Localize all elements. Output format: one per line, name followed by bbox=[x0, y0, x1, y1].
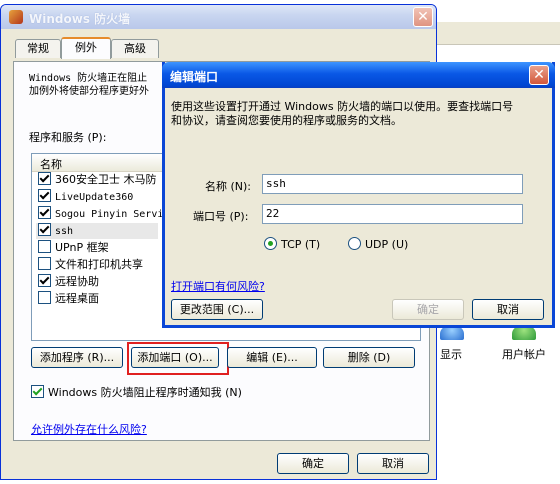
port-name-field[interactable]: ssh bbox=[262, 174, 523, 194]
tcp-label: TCP (T) bbox=[281, 238, 321, 251]
list-item-label: 文件和打印机共享 bbox=[55, 258, 143, 271]
port-number-field[interactable]: 22 bbox=[262, 204, 523, 224]
exceptions-risk-link[interactable]: 允许例外存在什么风险? bbox=[31, 421, 147, 437]
list-item-selected[interactable]: ssh bbox=[36, 223, 158, 239]
tcp-option[interactable]: TCP (T) bbox=[264, 237, 320, 253]
list-item[interactable]: 文件和打印机共享 bbox=[38, 257, 143, 273]
item-checkbox[interactable] bbox=[38, 172, 51, 185]
firewall-window-title: Windows 防火墙 bbox=[29, 12, 131, 26]
delete-button[interactable]: 删除 (D) bbox=[323, 347, 415, 368]
edit-port-title: 编辑端口 bbox=[170, 70, 219, 84]
list-item[interactable]: LiveUpdate360 bbox=[38, 189, 133, 205]
display-icon[interactable] bbox=[440, 326, 464, 340]
udp-option[interactable]: UDP (U) bbox=[348, 237, 408, 253]
list-item-label: UPnP 框架 bbox=[55, 241, 109, 254]
user-accounts-icon[interactable] bbox=[512, 326, 536, 340]
tab-advanced-label: 高级 bbox=[124, 42, 146, 55]
user-accounts-label[interactable]: 用户帐户 bbox=[502, 346, 546, 362]
list-item-label: 360安全卫士 木马防 bbox=[55, 173, 157, 186]
firewall-title-bar: Windows 防火墙 ✕ bbox=[1, 5, 436, 29]
list-item-label: ssh bbox=[55, 226, 74, 237]
item-checkbox[interactable] bbox=[38, 257, 51, 270]
tab-exceptions-label: 例外 bbox=[75, 41, 97, 54]
item-checkbox[interactable] bbox=[38, 274, 51, 287]
list-item[interactable]: 360安全卫士 木马防 bbox=[38, 172, 157, 188]
udp-label: UDP (U) bbox=[365, 238, 409, 251]
tcp-radio[interactable] bbox=[264, 237, 277, 250]
notify-option[interactable]: Windows 防火墙阻止程序时通知我 (N) bbox=[31, 385, 242, 401]
firewall-cancel-button[interactable]: 取消 bbox=[357, 453, 429, 474]
list-item[interactable]: 远程协助 bbox=[38, 274, 99, 290]
explorer-toolbar-strip bbox=[430, 22, 560, 45]
port-risk-link[interactable]: 打开端口有何风险? bbox=[171, 278, 265, 294]
edit-port-ok-button[interactable]: 确定 bbox=[392, 299, 464, 320]
port-name-label: 名称 (N): bbox=[205, 180, 252, 193]
tab-general-label: 常规 bbox=[27, 42, 49, 55]
list-item[interactable]: UPnP 框架 bbox=[38, 240, 109, 256]
list-item-label: 远程协助 bbox=[55, 275, 99, 288]
firewall-shield-icon bbox=[9, 10, 23, 24]
edit-port-description-line2: 和协议，请查阅您要使用的程序或服务的文档。 bbox=[171, 114, 402, 127]
exceptions-description-line2: 加例外将使部分程序更好外 bbox=[29, 86, 149, 97]
edit-port-cancel-button[interactable]: 取消 bbox=[472, 299, 544, 320]
tab-general[interactable]: 常规 bbox=[15, 39, 61, 58]
firewall-close-button[interactable]: ✕ bbox=[413, 7, 433, 27]
edit-port-close-button[interactable]: ✕ bbox=[529, 65, 549, 85]
tab-advanced[interactable]: 高级 bbox=[111, 39, 159, 58]
item-checkbox[interactable] bbox=[38, 206, 51, 219]
change-scope-button[interactable]: 更改范围 (C)... bbox=[171, 299, 263, 320]
list-item[interactable]: Sogou Pinyin Servi bbox=[38, 206, 163, 222]
port-number-label: 端口号 (P): bbox=[193, 210, 249, 223]
item-checkbox[interactable] bbox=[38, 291, 51, 304]
tab-exceptions[interactable]: 例外 bbox=[61, 37, 111, 59]
edit-button[interactable]: 编辑 (E)... bbox=[227, 347, 317, 368]
udp-radio[interactable] bbox=[348, 237, 361, 250]
programs-label: 程序和服务 (P): bbox=[29, 131, 107, 144]
item-checkbox[interactable] bbox=[38, 223, 51, 236]
item-checkbox[interactable] bbox=[38, 189, 51, 202]
item-checkbox[interactable] bbox=[38, 240, 51, 253]
add-program-button[interactable]: 添加程序 (R)... bbox=[31, 347, 123, 368]
firewall-ok-button[interactable]: 确定 bbox=[277, 453, 349, 474]
list-item-label: Sogou Pinyin Servi bbox=[55, 209, 164, 220]
column-name-header[interactable]: 名称 bbox=[40, 156, 62, 172]
notify-label: Windows 防火墙阻止程序时通知我 (N) bbox=[48, 386, 242, 399]
edit-port-title-bar: 编辑端口 ✕ bbox=[162, 62, 555, 88]
display-label[interactable]: 显示 bbox=[440, 346, 462, 362]
list-item-label: LiveUpdate360 bbox=[55, 192, 134, 203]
notify-checkbox[interactable] bbox=[31, 385, 44, 398]
list-item[interactable]: 远程桌面 bbox=[38, 291, 99, 307]
list-item-label: 远程桌面 bbox=[55, 292, 99, 305]
add-port-button[interactable]: 添加端口 (O)... bbox=[131, 347, 219, 368]
